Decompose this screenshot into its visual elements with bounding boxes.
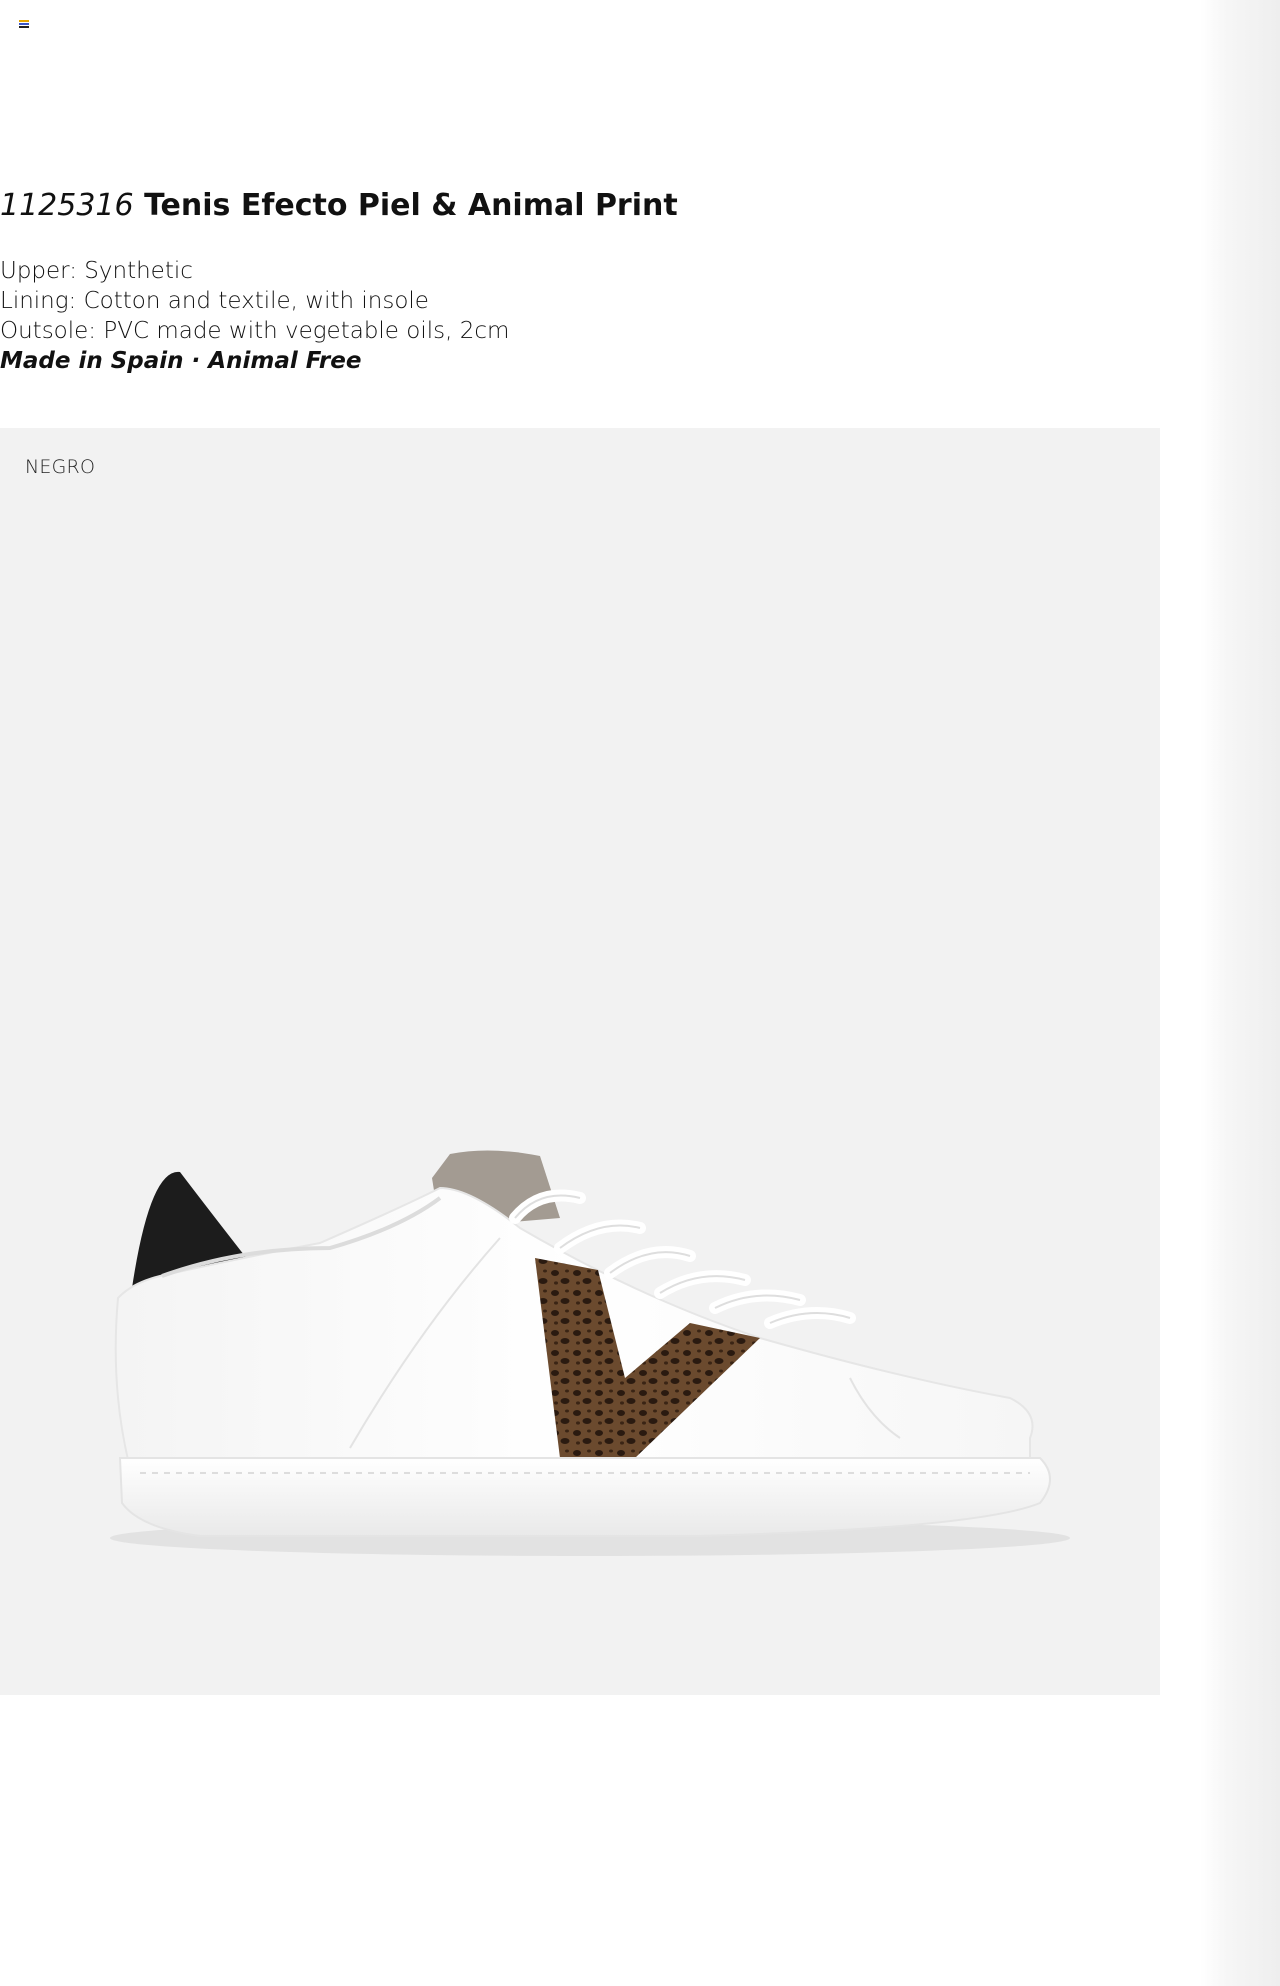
product-code: 1125316 bbox=[0, 188, 134, 223]
page-edge-shadow bbox=[1200, 0, 1280, 1986]
product-specs: Upper: Synthetic Lining: Cotton and text… bbox=[0, 256, 509, 376]
spec-upper: Upper: Synthetic bbox=[0, 258, 193, 284]
product-origin: Made in Spain · Animal Free bbox=[0, 348, 362, 374]
spec-lining: Lining: Cotton and textile, with insole bbox=[0, 288, 429, 314]
color-label: NEGRO bbox=[25, 456, 96, 478]
sneaker-image bbox=[110, 1150, 1070, 1556]
product-image-panel: NEGRO bbox=[0, 428, 1160, 1695]
spec-outsole: Outsole: PVC made with vegetable oils, 2… bbox=[0, 318, 510, 344]
product-name: Tenis Efecto Piel & Animal Print bbox=[144, 188, 678, 223]
product-title: 1125316 Tenis Efecto Piel & Animal Print bbox=[0, 186, 678, 226]
menu-icon[interactable] bbox=[19, 20, 29, 28]
